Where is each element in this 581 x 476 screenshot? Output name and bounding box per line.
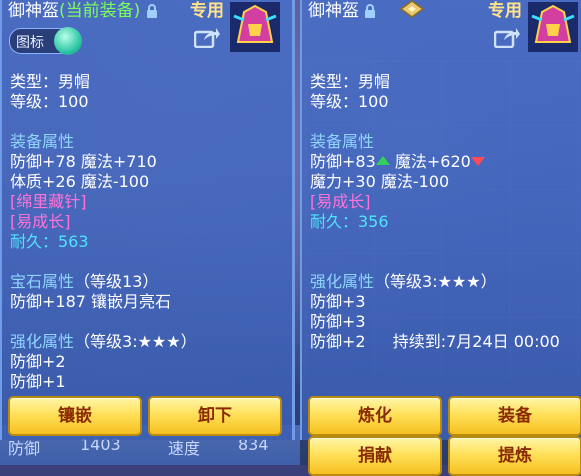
enhance-line-3-row: 防御+2 持续到:7月24日 00:00 bbox=[310, 328, 560, 352]
current-equipped-tag: (当前装备) bbox=[59, 1, 141, 21]
equip-button[interactable]: 装备 bbox=[448, 396, 581, 436]
compare-equipment-panel: 御神盔 专用 类型：男帽 等级：100 装备属性 防御+83 魔法+620 魔力… bbox=[300, 0, 581, 476]
share-icon[interactable] bbox=[494, 26, 520, 48]
enhance-level: （等级3:★★★） bbox=[74, 332, 197, 351]
durability: 耐久：356 bbox=[310, 212, 389, 231]
enhance-level: （等级3:★★★） bbox=[374, 272, 497, 291]
arrow-up-icon bbox=[375, 156, 390, 165]
diamond-icon bbox=[400, 0, 424, 18]
inlay-button[interactable]: 镶嵌 bbox=[8, 396, 142, 436]
lock-icon bbox=[146, 4, 157, 18]
exclusive-label: 专用 bbox=[488, 1, 522, 21]
helmet-icon[interactable] bbox=[528, 2, 578, 52]
item-name: 御神盔 bbox=[8, 1, 59, 21]
durability: 耐久：563 bbox=[10, 232, 89, 251]
enhance-duration: 持续到:7月24日 00:00 bbox=[392, 332, 560, 351]
item-title: 御神盔(当前装备) bbox=[8, 0, 158, 21]
refine-button[interactable]: 炼化 bbox=[308, 396, 442, 436]
enhance-line-2: 防御+1 bbox=[10, 372, 66, 391]
arrow-down-icon bbox=[470, 157, 485, 166]
item-title: 御神盔 bbox=[308, 0, 376, 21]
item-level: 等级：100 bbox=[10, 92, 89, 111]
donate-button[interactable]: 捐献 bbox=[308, 436, 442, 476]
unequip-button[interactable]: 卸下 bbox=[148, 396, 282, 436]
icon-toggle-label: 图标 bbox=[16, 35, 44, 51]
item-level: 等级：100 bbox=[310, 92, 389, 111]
enhance-line-3: 防御+2 bbox=[310, 332, 366, 351]
extract-button[interactable]: 提炼 bbox=[448, 436, 581, 476]
item-name: 御神盔 bbox=[308, 1, 359, 21]
exclusive-label: 专用 bbox=[190, 1, 224, 21]
current-equipment-panel: 御神盔(当前装备) 专用 图标 类型：男帽 等级：100 装备属性 防御+78 … bbox=[0, 0, 295, 440]
gem-attr: 防御+187 镶嵌月亮石 bbox=[10, 292, 172, 311]
toggle-knob bbox=[54, 27, 82, 55]
lock-icon bbox=[365, 4, 376, 18]
icon-toggle[interactable]: 图标 bbox=[9, 27, 82, 55]
share-icon[interactable] bbox=[194, 26, 220, 48]
helmet-icon[interactable] bbox=[230, 2, 280, 52]
